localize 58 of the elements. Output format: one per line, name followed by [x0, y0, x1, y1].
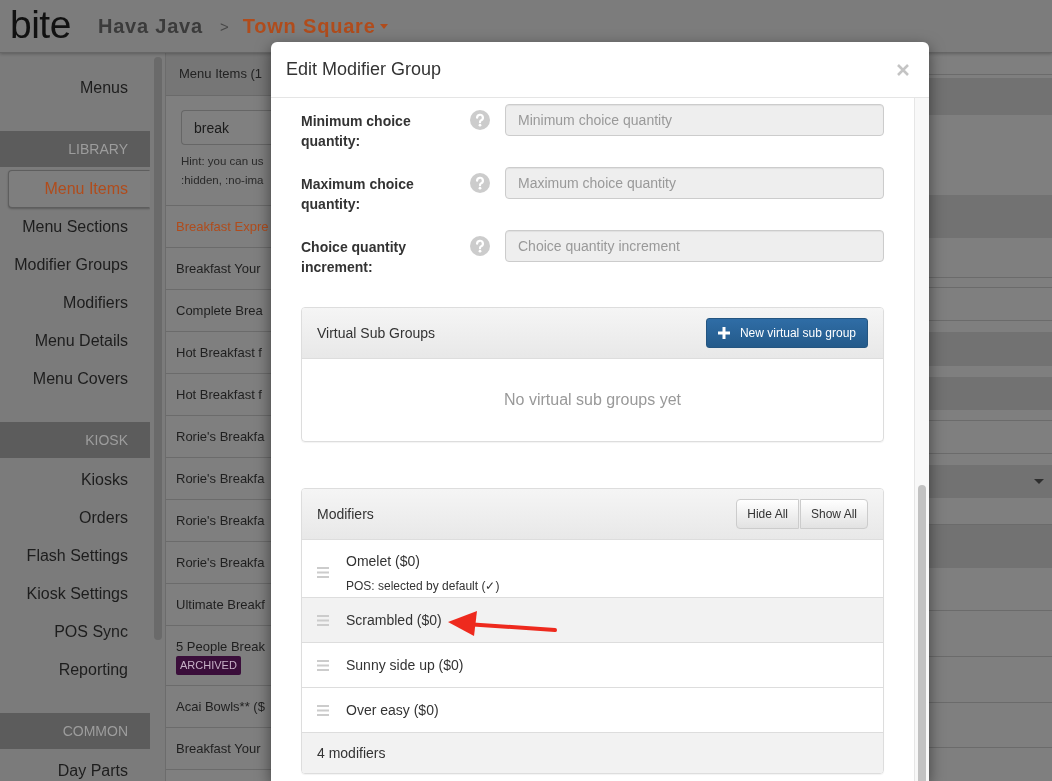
hint-text: :hidden, :no-ima — [181, 173, 265, 188]
modifier-item[interactable]: Over easy ($0) — [302, 688, 883, 733]
sidebar-item[interactable]: Day Parts — [8, 752, 150, 781]
new-virtual-sub-group-button[interactable]: New virtual sub group — [705, 318, 868, 348]
field-label: Maximum choice quantity: — [301, 175, 415, 214]
search-field[interactable]: break — [181, 110, 271, 145]
caret-icon — [379, 23, 388, 29]
sidebar-item[interactable]: Flash Settings — [8, 537, 150, 575]
drag-handle-icon[interactable] — [317, 704, 329, 716]
help-icon[interactable] — [470, 110, 490, 130]
plus-icon — [717, 327, 730, 339]
modifier-name: Over easy ($0) — [346, 701, 439, 720]
empty-message: No virtual sub groups yet — [504, 391, 681, 409]
sidebar-item[interactable]: Kiosk Settings — [8, 575, 150, 613]
sidebar-item[interactable]: Reporting — [8, 651, 150, 689]
sidebar-item[interactable]: Menus — [8, 69, 150, 107]
caret-icon — [1034, 479, 1044, 484]
section-heading: LIBRARY — [0, 131, 150, 167]
modal-title: Edit Modifier Group — [286, 58, 442, 81]
toggle-button[interactable]: Hide All — [736, 499, 799, 529]
scrollbar[interactable] — [918, 485, 926, 781]
drag-handle-icon[interactable] — [317, 614, 329, 626]
modifier-name: Sunny side up ($0) — [346, 656, 464, 675]
panel-title: Virtual Sub Groups — [317, 324, 436, 343]
sidebar-item[interactable]: POS Sync — [8, 613, 150, 651]
help-icon[interactable] — [470, 236, 490, 256]
modifier-item[interactable]: Omelet ($0) POS: selected by default (✓) — [302, 540, 883, 598]
list-item[interactable]: 5 People Break ARCHIVED — [166, 626, 271, 686]
close-icon[interactable] — [897, 63, 909, 76]
section-heading: KIOSK — [0, 422, 150, 458]
drag-handle-icon[interactable] — [317, 567, 329, 578]
select-box[interactable] — [929, 465, 1052, 498]
sidebar-item[interactable]: Modifier Groups — [8, 246, 150, 284]
field-label: Choice quantity increment: — [301, 238, 407, 277]
panel-title: Modifiers — [317, 505, 374, 524]
account-link[interactable]: Hava Java — [97, 14, 203, 38]
help-icon[interactable] — [470, 173, 490, 193]
field-label: Minimum choice quantity: — [301, 112, 412, 151]
breadcrumb-separator: > — [219, 17, 229, 35]
modifier-name: Omelet ($0) — [346, 552, 420, 571]
sidebar-item[interactable]: Orders — [8, 499, 150, 537]
list-header: Menu Items (1 — [166, 53, 271, 96]
toggle-button[interactable]: Show All — [799, 499, 868, 529]
modifier-count: 4 modifiers — [302, 733, 883, 773]
sidebar-item[interactable]: Modifiers — [8, 284, 150, 322]
drag-handle-icon[interactable] — [317, 659, 329, 671]
sidebar-item[interactable]: Menu Details — [8, 322, 150, 360]
modifier-note: POS: selected by default (✓) — [346, 578, 500, 594]
modifier-name: Scrambled ($0) — [346, 611, 442, 630]
hint-text: Hint: you can us — [181, 154, 265, 169]
sidebar-item[interactable]: Menu Sections — [8, 208, 150, 246]
sidebar-item[interactable]: Kiosks — [8, 461, 150, 499]
modifier-item[interactable]: Scrambled ($0) — [302, 598, 883, 643]
modifier-item[interactable]: Sunny side up ($0) — [302, 643, 883, 688]
status-badge: ARCHIVED — [176, 656, 241, 675]
logo: bite — [10, 4, 71, 45]
section-heading: COMMON — [0, 713, 150, 749]
sidebar-item[interactable]: Menu Covers — [8, 360, 150, 398]
